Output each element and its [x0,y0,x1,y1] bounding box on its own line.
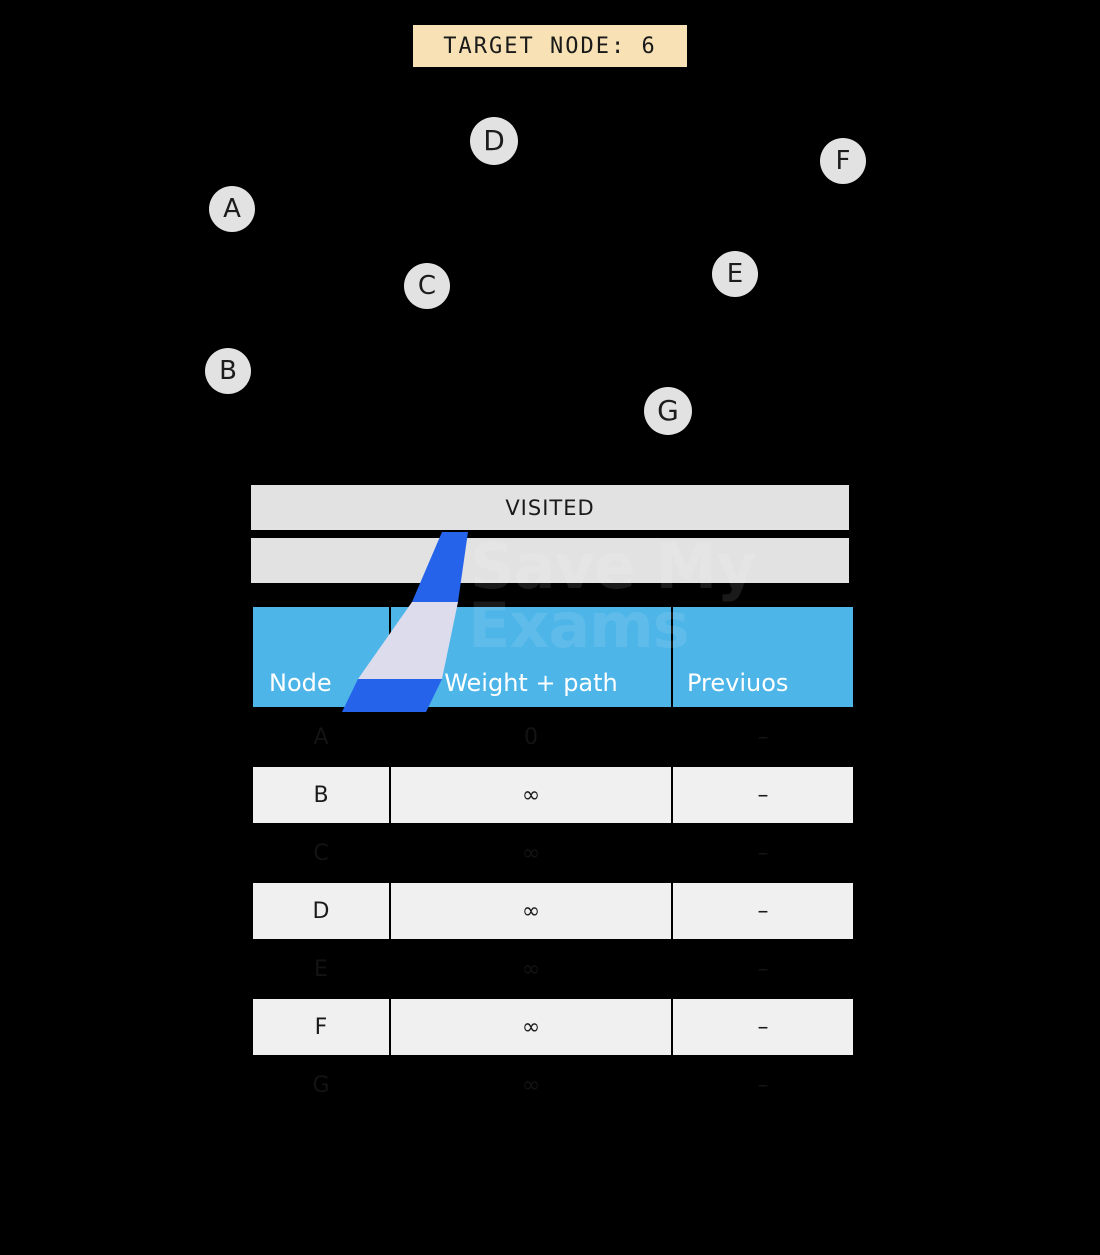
visited-title: VISITED [505,495,595,520]
node-cell: G [253,1057,389,1113]
graph-node-e[interactable]: E [712,251,758,297]
table-row: A 0– [253,709,853,765]
table-row: B ∞ – [253,767,853,823]
visited-spacer [251,530,849,538]
previous-cell: – [673,825,853,881]
graph-node-d[interactable]: D [470,117,518,165]
visited-entries-bar [251,538,849,583]
graph-node-label: C [417,271,437,301]
graph-node-label: D [483,124,505,157]
weight-cell: ∞ [391,767,671,823]
dijkstra-table-block: VISITED Node Weight + path Previuos A 0– B… [251,485,853,1115]
table-header-row: Node Weight + path Previuos [253,607,853,707]
node-cell: A [253,709,389,765]
node-cell: F [253,999,389,1055]
graph-canvas: A B C D E F G [0,90,1100,460]
node-cell: D [253,883,389,939]
graph-node-g[interactable]: G [644,387,692,435]
table-gap [251,583,849,605]
target-node-label: TARGET NODE: 6 [443,33,657,59]
weight-cell: ∞ [391,883,671,939]
table-row: E ∞ – [253,941,853,997]
weight-cell: ∞ [391,1057,671,1113]
table-row: G ∞ – [253,1057,853,1113]
previous-cell: – [673,999,853,1055]
previous-cell: – [673,709,853,765]
previous-cell: – [673,1057,853,1113]
graph-node-label: B [219,356,237,386]
column-header-node: Node [253,607,389,707]
graph-node-c[interactable]: C [404,263,450,309]
graph-node-f[interactable]: F [820,138,866,184]
previous-cell: – [673,767,853,823]
graph-node-label: E [726,259,744,289]
table-row: F ∞ – [253,999,853,1055]
graph-node-b[interactable]: B [205,348,251,394]
visited-header-bar: VISITED [251,485,849,530]
weight-cell: ∞ [391,999,671,1055]
node-cell: B [253,767,389,823]
column-header-weight: Weight + path [391,607,671,707]
dijkstra-table: Node Weight + path Previuos A 0– B ∞ – C ∞ – D ∞ –… [251,605,855,1115]
graph-node-label: F [835,146,851,176]
column-header-previous: Previuos [673,607,853,707]
graph-node-a[interactable]: A [209,186,255,232]
weight-cell: 0 [391,709,671,765]
table-row: C ∞ – [253,825,853,881]
graph-node-label: A [223,194,241,224]
previous-cell: – [673,883,853,939]
target-node-banner: TARGET NODE: 6 [413,25,687,67]
graph-node-label: G [657,394,679,427]
table-head: Node Weight + path Previuos [253,607,853,707]
table-body: A 0– B ∞ – C ∞ – D ∞ – E ∞ – F ∞ – G ∞ – [253,709,853,1113]
weight-cell: ∞ [391,825,671,881]
node-cell: E [253,941,389,997]
node-cell: C [253,825,389,881]
weight-cell: ∞ [391,941,671,997]
previous-cell: – [673,941,853,997]
table-row: D ∞ – [253,883,853,939]
